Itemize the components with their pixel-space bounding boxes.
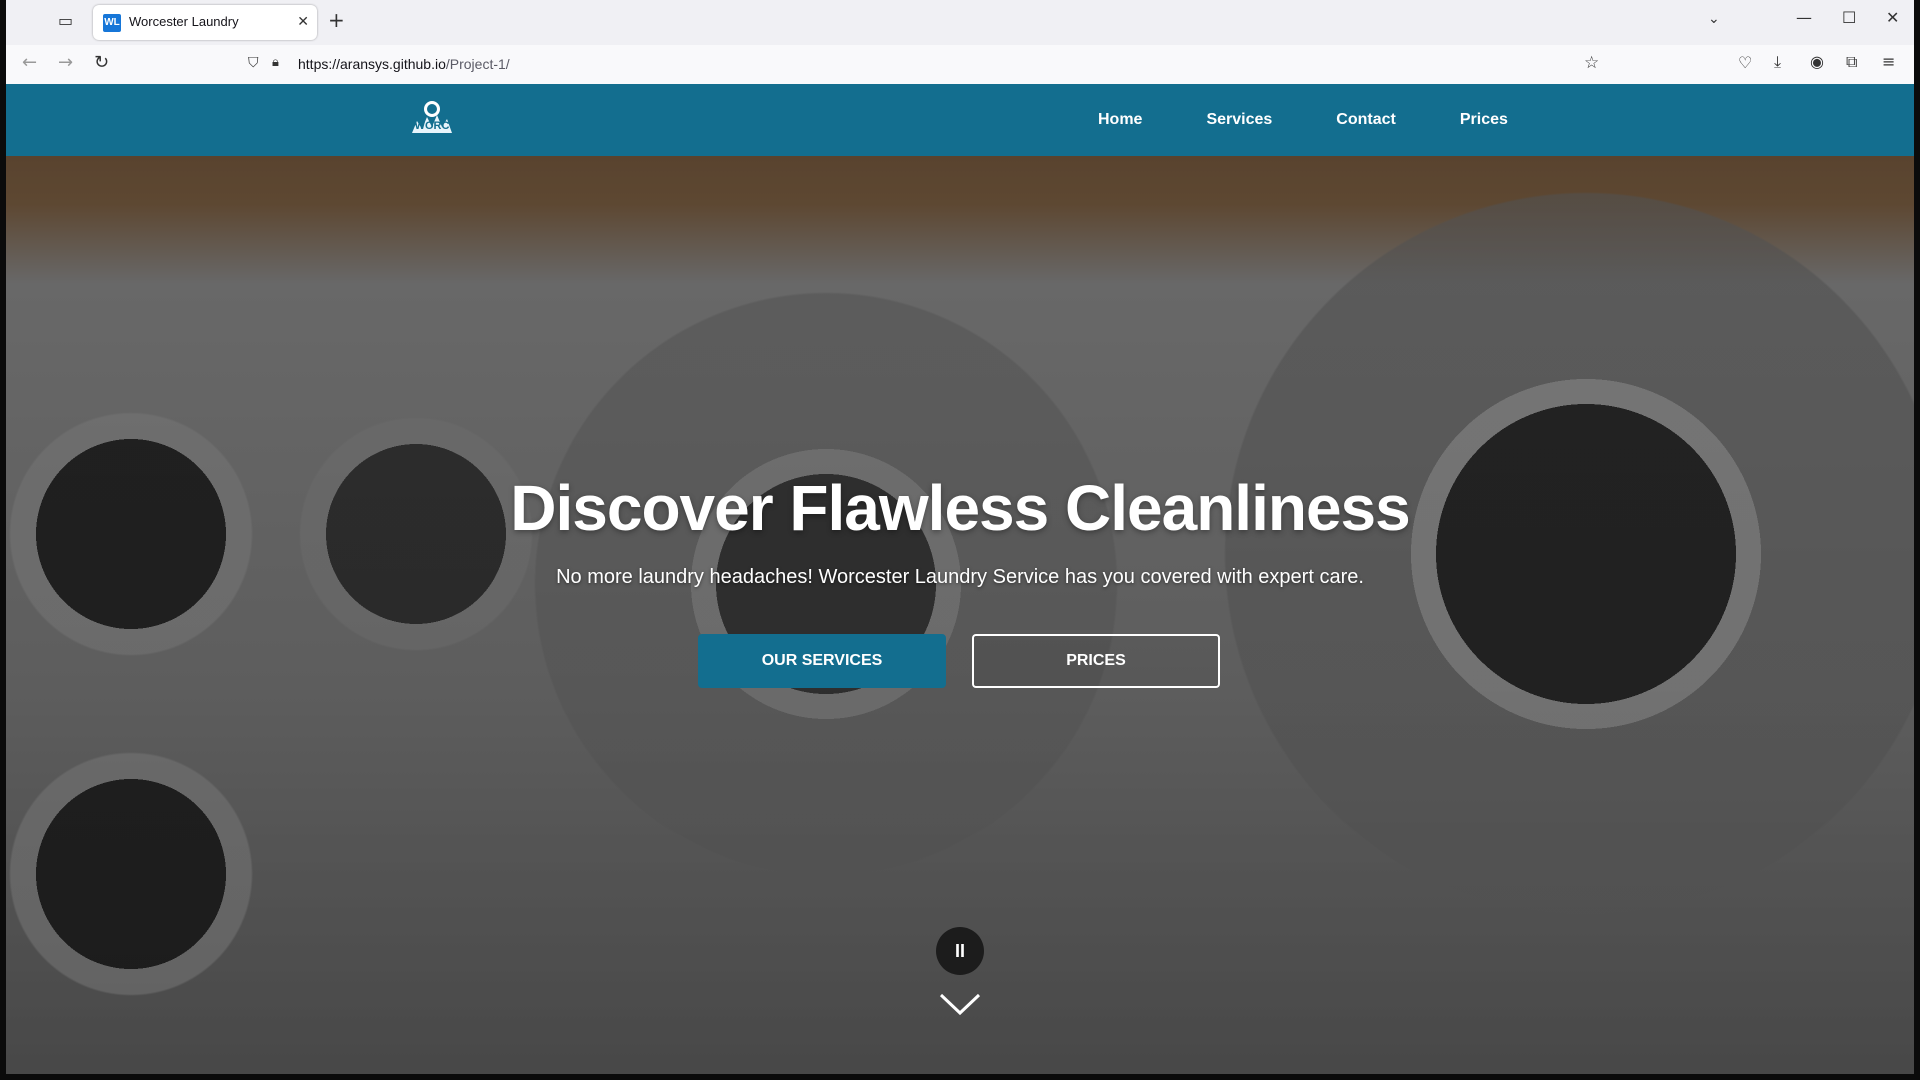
favicon: WL — [103, 14, 121, 32]
hero-title: Discover Flawless Cleanliness — [510, 472, 1410, 544]
main-nav: Home Services Contact Prices — [1098, 84, 1572, 156]
lock-icon[interactable]: 🔒︎ — [272, 56, 279, 69]
site-logo[interactable]: WORC — [409, 99, 455, 139]
hero-subtitle: No more laundry headaches! Worcester Lau… — [556, 566, 1364, 588]
menu-icon[interactable]: ≡ — [1882, 54, 1895, 70]
extensions-icon[interactable]: ⧉ — [1846, 54, 1857, 70]
downloads-icon[interactable]: ⤓ — [1774, 54, 1781, 70]
pause-video-button[interactable]: II — [936, 927, 984, 975]
pause-icon: II — [954, 940, 965, 961]
logo-icon: WORC — [412, 101, 452, 133]
scroll-down-chevron-icon[interactable] — [939, 992, 981, 1016]
our-services-button[interactable]: OUR SERVICES — [698, 634, 946, 688]
pocket-icon[interactable]: ♡ — [1738, 55, 1752, 71]
logo-text: WORC — [415, 120, 450, 132]
tab-list-icon[interactable]: ⌄ — [1708, 12, 1720, 26]
maximize-icon[interactable]: ☐ — [1842, 10, 1856, 26]
close-tab-icon[interactable]: ✕ — [297, 13, 309, 30]
nav-prices[interactable]: Prices — [1460, 111, 1508, 129]
tab-title: Worcester Laundry — [129, 14, 239, 29]
new-tab-button[interactable]: + — [328, 10, 345, 30]
web-page: WORC Home Services Contact Prices Discov… — [6, 84, 1914, 1074]
tab-bar: ▭ WL Worcester Laundry ✕ + ⌄ — ☐ ✕ — [6, 0, 1914, 45]
close-window-icon[interactable]: ✕ — [1886, 10, 1899, 26]
reload-icon[interactable]: ↻ — [94, 54, 109, 72]
back-icon[interactable]: ← — [22, 54, 37, 72]
url-path: /Project-1/ — [445, 56, 510, 72]
browser-tab[interactable]: WL Worcester Laundry ✕ — [93, 5, 317, 40]
nav-home[interactable]: Home — [1098, 111, 1142, 129]
address-bar[interactable]: ⛉ 🔒︎ https://aransys.github.io/Project-1… — [238, 49, 1616, 79]
nav-contact[interactable]: Contact — [1336, 111, 1396, 129]
account-icon[interactable]: ◉ — [1810, 54, 1824, 70]
forward-icon[interactable]: → — [58, 54, 73, 72]
shield-icon[interactable]: ⛉ — [248, 56, 259, 70]
site-header: WORC Home Services Contact Prices — [6, 84, 1914, 156]
prices-button[interactable]: PRICES — [972, 634, 1220, 688]
url-text[interactable]: https://aransys.github.io/Project-1/ — [298, 56, 510, 72]
bookmark-star-icon[interactable]: ☆ — [1584, 55, 1599, 72]
url-host: https://aransys.github.io — [298, 56, 446, 72]
nav-services[interactable]: Services — [1206, 111, 1272, 129]
tab-overview-icon[interactable]: ▭ — [58, 13, 73, 29]
navigation-toolbar: ← → ↻ ⛉ 🔒︎ https://aransys.github.io/Pro… — [6, 45, 1914, 85]
browser-window: ▭ WL Worcester Laundry ✕ + ⌄ — ☐ ✕ ← → ↻… — [6, 0, 1914, 1074]
minimize-icon[interactable]: — — [1796, 10, 1812, 26]
